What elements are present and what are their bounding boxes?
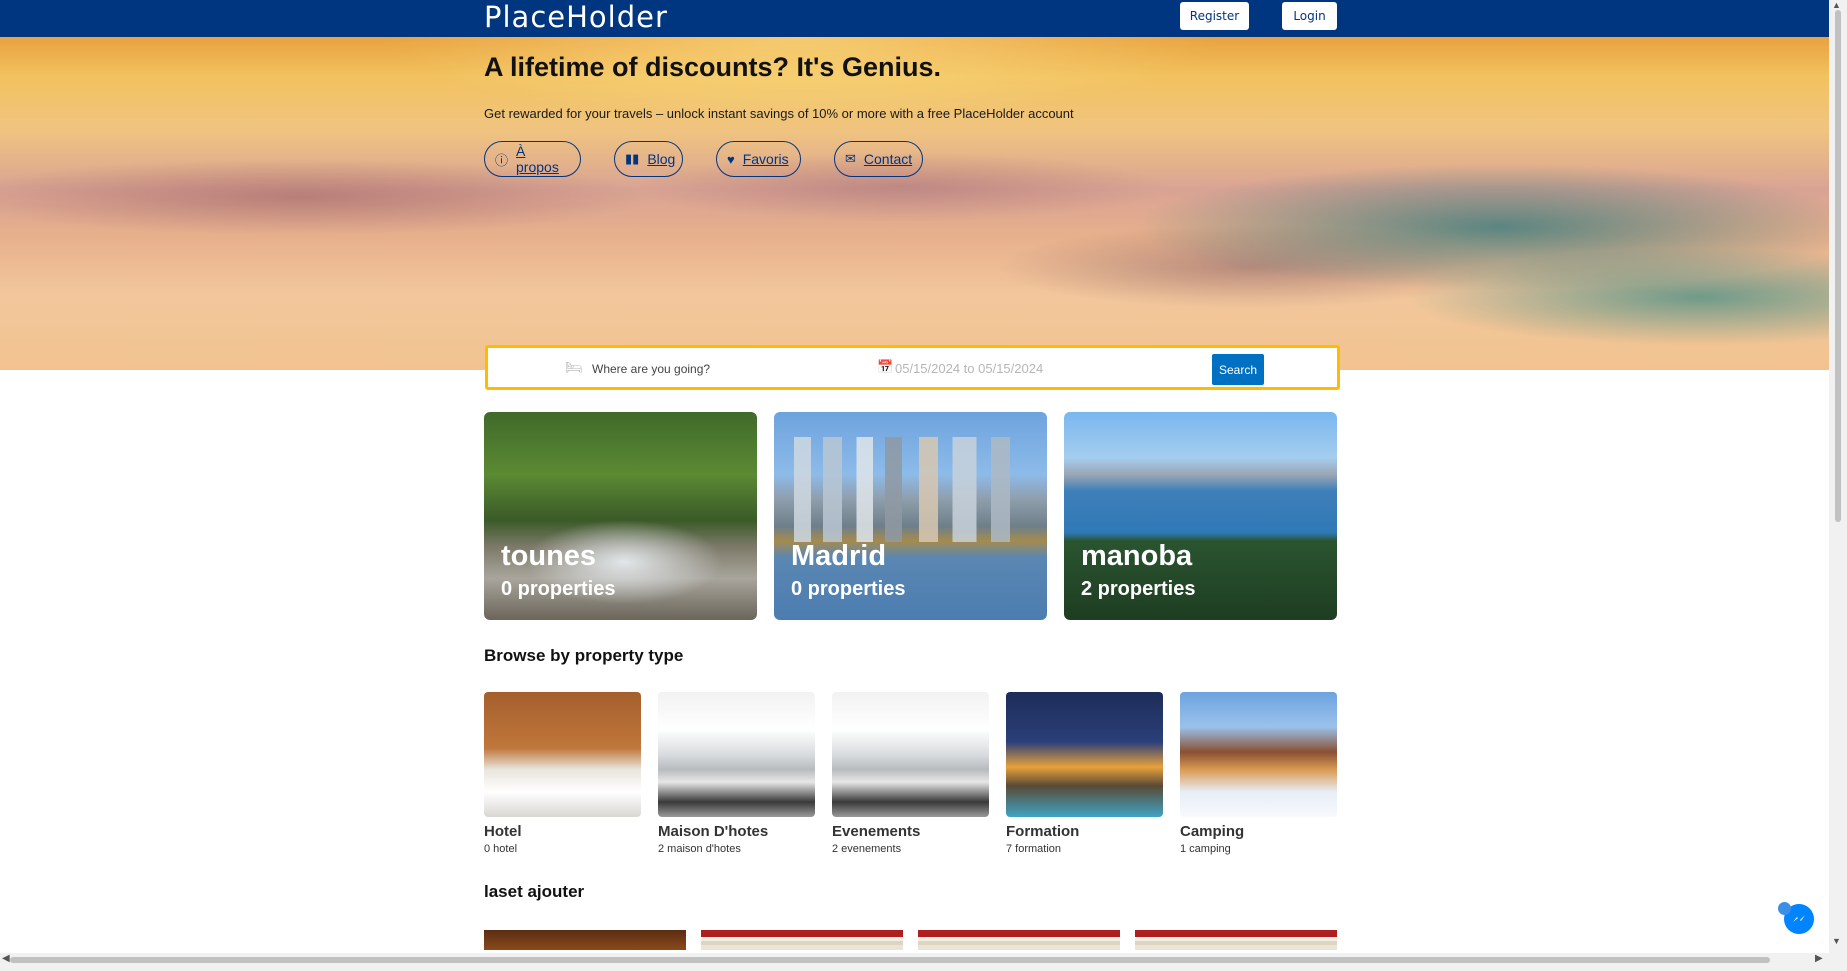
latest-added-title: laset ajouter — [484, 882, 585, 901]
property-type-count: 2 evenements — [832, 843, 902, 855]
hero-banner — [0, 37, 1829, 370]
property-type-count: 1 camping — [1180, 843, 1231, 855]
search-button[interactable]: Search — [1212, 354, 1264, 385]
city-card[interactable]: Madrid 0 properties — [774, 412, 1047, 620]
property-type-name: Camping — [1180, 823, 1245, 840]
property-type-count: 7 formation — [1006, 843, 1062, 855]
property-type-image — [484, 692, 641, 817]
property-type-card[interactable]: Camping 1 camping — [1180, 692, 1337, 855]
city-name: manoba — [1081, 540, 1193, 572]
date-range-input[interactable]: 05/15/2024 to 05/15/2024 — [895, 361, 1043, 376]
city-property-count: 0 properties — [501, 578, 616, 600]
link-contact[interactable]: ✉ Contact — [834, 141, 923, 177]
hero-subtitle: Get rewarded for your travels – unlock i… — [484, 106, 1074, 121]
info-circle-icon: ⓘ — [495, 152, 509, 168]
register-button[interactable]: Register — [1180, 2, 1249, 30]
property-type-count: 2 maison d'hotes — [658, 843, 741, 855]
scroll-left-arrow-icon[interactable]: ◀ — [2, 953, 10, 964]
link-label: Contact — [863, 151, 913, 167]
city-name: tounes — [501, 540, 597, 572]
property-type-count: 0 hotel — [484, 843, 518, 855]
property-type-image — [832, 692, 989, 817]
latest-property-card[interactable] — [1135, 930, 1337, 950]
link-label: À propos — [516, 143, 559, 175]
book-icon: ▮▮ — [625, 151, 640, 166]
property-type-card[interactable]: Formation 7 formation — [1006, 692, 1163, 855]
scroll-down-arrow-icon[interactable]: ▼ — [1832, 936, 1841, 946]
scroll-up-arrow-icon[interactable]: ▲ — [1832, 0, 1841, 10]
latest-property-card[interactable] — [918, 930, 1120, 950]
link-label: Favoris — [742, 151, 789, 167]
city-card[interactable]: manoba 2 properties — [1064, 412, 1337, 620]
bed-icon: 🛏 — [565, 359, 583, 375]
messenger-icon — [1793, 915, 1805, 922]
city-property-count: 0 properties — [791, 578, 906, 600]
link-label: Blog — [647, 151, 676, 167]
latest-property-card[interactable] — [484, 930, 686, 950]
latest-property-card[interactable] — [701, 930, 903, 950]
city-name: Madrid — [791, 540, 887, 572]
search-bar: 🛏 Where are you going? 📅 05/15/2024 to 0… — [485, 345, 1340, 390]
top-navbar: PlaceHolder Register Login — [0, 0, 1829, 37]
calendar-icon: 📅 — [877, 359, 894, 374]
link-a-propos[interactable]: ⓘ À propos — [484, 141, 581, 177]
destination-input[interactable]: Where are you going? — [592, 362, 710, 376]
property-type-name: Evenements — [832, 823, 921, 840]
envelope-icon: ✉ — [845, 151, 856, 166]
property-type-name: Hotel — [484, 823, 522, 840]
city-card[interactable]: tounes 0 properties — [484, 412, 757, 620]
property-type-image — [1180, 692, 1337, 817]
property-type-name: Maison D'hotes — [658, 823, 769, 840]
property-type-image — [1006, 692, 1163, 817]
property-types-title: Browse by property type — [484, 646, 684, 665]
property-type-card[interactable]: Evenements 2 evenements — [832, 692, 989, 855]
property-type-card[interactable]: Maison D'hotes 2 maison d'hotes — [658, 692, 815, 855]
property-type-image — [658, 692, 815, 817]
notification-badge — [1778, 902, 1791, 915]
property-type-card[interactable]: Hotel 0 hotel — [484, 692, 641, 855]
heart-icon: ♥ — [727, 151, 735, 167]
brand-logo[interactable]: PlaceHolder — [484, 0, 668, 37]
link-favoris[interactable]: ♥ Favoris — [716, 141, 801, 177]
city-property-count: 2 properties — [1081, 578, 1196, 600]
hero-title: A lifetime of discounts? It's Genius. — [484, 52, 941, 82]
scroll-right-arrow-icon[interactable]: ▶ — [1815, 953, 1823, 964]
login-button[interactable]: Login — [1282, 2, 1337, 30]
horizontal-scroll-thumb[interactable] — [10, 957, 1770, 963]
link-blog[interactable]: ▮▮ Blog — [614, 141, 683, 177]
vertical-scroll-thumb[interactable] — [1835, 10, 1841, 522]
property-type-name: Formation — [1006, 823, 1080, 840]
